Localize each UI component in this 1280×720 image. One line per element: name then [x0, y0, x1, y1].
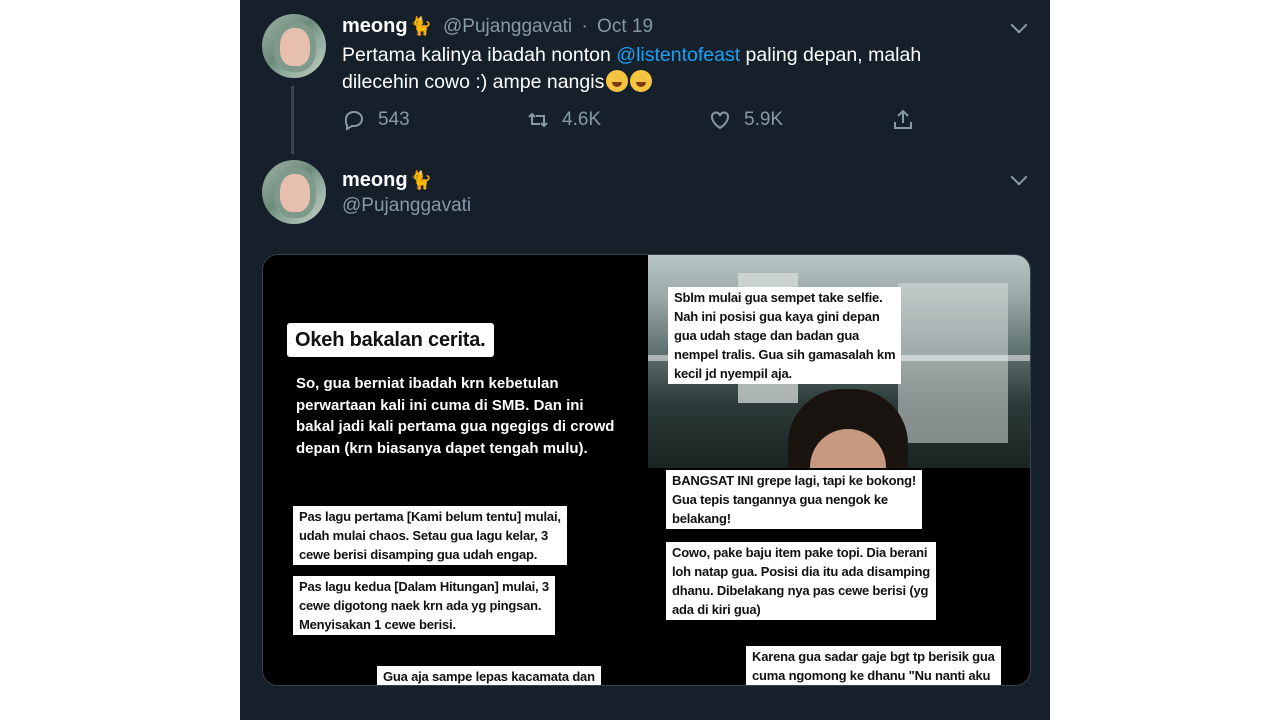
- story-text: So, gua berniat ibadah krn kebetulan per…: [296, 375, 615, 457]
- tweet-text: Pertama kalinya ibadah nonton @listentof…: [342, 44, 922, 93]
- photo-caption: Sblm mulai gua sempet take selfie. Nah i…: [668, 287, 902, 384]
- story-caption: Pas lagu pertama [Kami belum tentu] mula…: [293, 506, 567, 565]
- crying-emoji: [630, 70, 653, 92]
- story-caption: Gua aja sampe lepas kacamata dan: [377, 666, 601, 685]
- selfie-face: [788, 389, 908, 468]
- media-image-4[interactable]: BANGSAT INI grepe lagi, tapi ke bokong! …: [648, 470, 1030, 685]
- retweet-button[interactable]: 4.6K: [526, 108, 601, 132]
- display-name[interactable]: meong 🐈: [342, 15, 432, 38]
- user-handle[interactable]: @Pujanggavati: [342, 195, 471, 217]
- share-button[interactable]: [891, 108, 915, 132]
- story-caption: Karena gua sadar gaje bgt tp berisik gua…: [746, 646, 1001, 685]
- retweet-icon: [528, 112, 548, 128]
- like-icon: [711, 111, 729, 130]
- avatar[interactable]: [262, 14, 326, 78]
- media-grid[interactable]: Okeh bakalan cerita. So, gua berniat iba…: [262, 254, 1031, 686]
- display-name[interactable]: meong 🐈: [342, 169, 432, 192]
- reply-button[interactable]: 543: [342, 108, 410, 132]
- like-button[interactable]: 5.9K: [708, 108, 783, 132]
- thread-line: [291, 86, 294, 154]
- media-image-3[interactable]: Pas lagu pertama [Kami belum tentu] mula…: [263, 470, 646, 685]
- tweet-date[interactable]: Oct 19: [597, 16, 653, 37]
- story-caption: BANGSAT INI grepe lagi, tapi ke bokong! …: [666, 470, 923, 529]
- reply-count: 543: [378, 109, 410, 130]
- crying-emoji: [606, 70, 629, 92]
- like-count: 5.9K: [744, 109, 784, 130]
- mention-link[interactable]: @listentofeast: [616, 44, 740, 66]
- story-caption: Pas lagu kedua [Dalam Hitungan] mulai, 3…: [293, 576, 555, 635]
- story-caption: Cowo, pake baju item pake topi. Dia bera…: [666, 542, 936, 620]
- retweet-count: 4.6K: [562, 109, 602, 130]
- story-title: Okeh bakalan cerita.: [287, 323, 494, 357]
- cat-emoji: 🐈: [409, 170, 432, 190]
- avatar[interactable]: [262, 160, 326, 224]
- user-handle[interactable]: @Pujanggavati · Oct 19: [443, 16, 653, 38]
- reply-icon: [344, 110, 364, 131]
- media-image-1[interactable]: Okeh bakalan cerita. So, gua berniat iba…: [263, 255, 646, 468]
- media-image-2[interactable]: Sblm mulai gua sempet take selfie. Nah i…: [648, 255, 1030, 468]
- cat-emoji: 🐈: [409, 16, 432, 36]
- share-icon: [894, 109, 912, 129]
